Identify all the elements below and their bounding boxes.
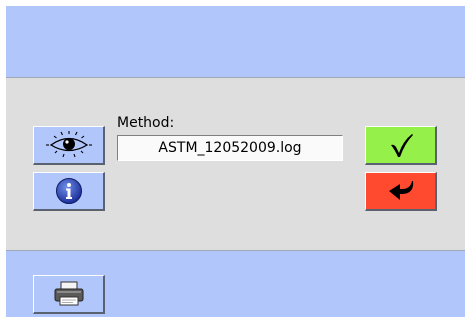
view-button[interactable]: [33, 126, 105, 165]
info-button[interactable]: [33, 172, 105, 211]
checkmark-icon: [390, 134, 413, 157]
return-arrow-icon: [388, 181, 413, 200]
print-button[interactable]: [33, 275, 105, 314]
back-button[interactable]: [365, 172, 437, 211]
info-icon: [55, 178, 82, 204]
method-field[interactable]: ASTM_12052009.log: [117, 135, 343, 161]
method-label: Method:: [117, 115, 175, 131]
confirm-button[interactable]: [365, 126, 437, 165]
printer-icon: [54, 281, 83, 306]
top-bar: [6, 6, 465, 78]
eye-icon: [45, 131, 92, 158]
